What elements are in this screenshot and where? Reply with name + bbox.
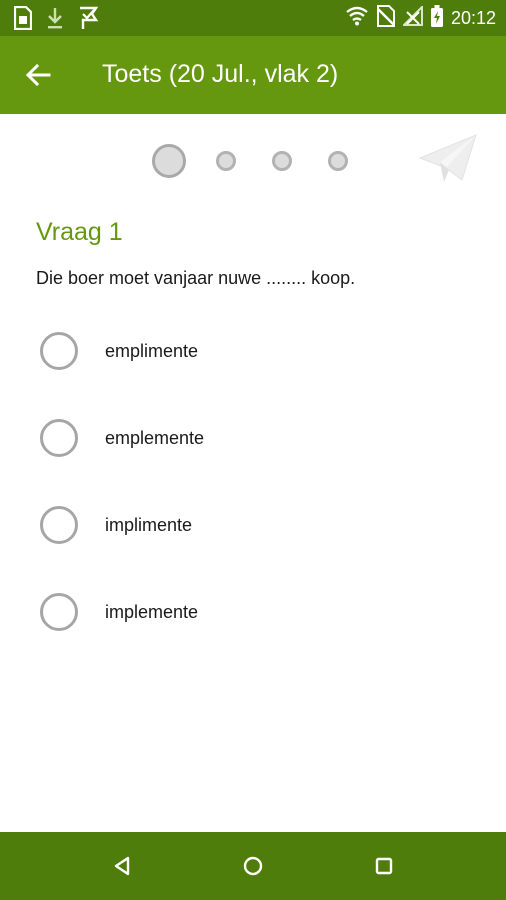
radio-button[interactable]: [40, 419, 78, 457]
battery-charging-icon: [430, 4, 443, 32]
step-dot-1[interactable]: [152, 144, 186, 178]
home-circle-icon: [243, 856, 263, 876]
question-stepper: [0, 114, 506, 204]
answer-option-4[interactable]: implemente: [30, 583, 490, 643]
nav-home-button[interactable]: [233, 846, 273, 886]
back-triangle-icon: [114, 856, 130, 876]
question-title: Vraag 1: [36, 218, 123, 246]
wifi-icon: [345, 6, 369, 31]
download-icon: [46, 6, 64, 35]
sim-card-icon: [13, 5, 33, 35]
answer-label: emplemente: [105, 428, 205, 448]
answer-label: emplimente: [105, 341, 199, 361]
check-flag-icon: [78, 6, 100, 35]
app-bar: Toets (20 Jul., vlak 2): [0, 36, 506, 114]
status-bar: 20:12: [0, 0, 506, 36]
step-dot-3[interactable]: [272, 151, 292, 171]
answer-option-1[interactable]: emplimente: [30, 322, 490, 382]
status-time: 20:12: [450, 7, 496, 28]
answer-label: implemente: [105, 602, 199, 622]
answer-option-2[interactable]: emplemente: [30, 409, 490, 469]
answer-option-3[interactable]: implimente: [30, 496, 490, 556]
radio-button[interactable]: [40, 593, 78, 631]
page-title: Toets (20 Jul., vlak 2): [102, 60, 339, 88]
question-text: Die boer moet vanjaar nuwe ........ koop…: [36, 268, 356, 288]
nav-recents-button[interactable]: [364, 846, 404, 886]
recents-square-icon: [375, 857, 393, 875]
step-dot-2[interactable]: [216, 151, 236, 171]
status-right-icons: 20:12: [345, 0, 496, 36]
navigation-bar: [0, 832, 506, 900]
submit-button[interactable]: [418, 132, 480, 186]
radio-button[interactable]: [40, 332, 78, 370]
back-button[interactable]: [20, 57, 56, 93]
nav-back-button[interactable]: [102, 846, 142, 886]
answer-label: implimente: [105, 515, 193, 535]
step-dot-4[interactable]: [328, 151, 348, 171]
radio-button[interactable]: [40, 506, 78, 544]
paper-plane-icon: [418, 134, 477, 182]
signal-icon: [401, 4, 423, 31]
status-left-icons: [13, 5, 100, 35]
no-sim-icon: [376, 4, 396, 32]
arrow-left-icon: [25, 63, 51, 87]
